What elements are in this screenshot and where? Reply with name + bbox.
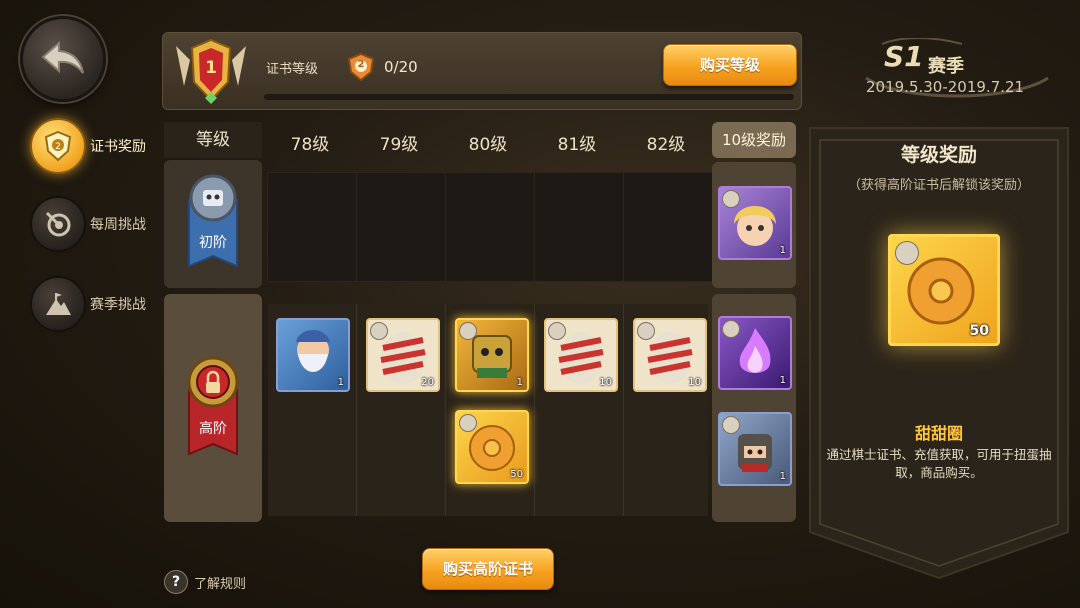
item-type-icon: [459, 414, 477, 432]
basic-tier-cell: 初阶: [164, 160, 262, 288]
advanced-tier-label: 高阶: [199, 421, 227, 437]
item-type-icon: [722, 320, 740, 338]
item-type-icon: [637, 322, 655, 340]
column-divider: [445, 304, 446, 516]
xp-progress-bar: [264, 94, 794, 100]
item-qty: 10: [599, 377, 612, 388]
item-qty: 20: [421, 377, 434, 388]
basic-tier-label: 初阶: [199, 235, 227, 251]
level-number: 1: [205, 58, 217, 78]
level-header-82: 82级: [646, 135, 686, 155]
item-type-icon: [895, 241, 919, 265]
panel-subtitle: （获得高阶证书后解锁该奖励）: [847, 178, 1030, 193]
item-qty: 1: [516, 377, 523, 388]
sidebar-item-label: 每周挑战: [90, 217, 146, 233]
season-suffix: 赛季: [928, 56, 964, 77]
reward-item-80[interactable]: 1: [455, 318, 529, 392]
basic-cell-81: [534, 172, 624, 282]
column-divider: [356, 304, 357, 516]
target-icon: [30, 196, 86, 252]
advanced-banner-icon: [181, 350, 245, 456]
cert-level-label: 证书等级: [266, 62, 319, 77]
reward-item-78[interactable]: 1: [276, 318, 350, 392]
level-shield-badge: 1: [172, 36, 250, 108]
column-divider: [623, 304, 624, 516]
help-label: 了解规则: [194, 576, 247, 592]
xp-icon-number: 2: [357, 59, 365, 70]
column-divider: [534, 304, 535, 516]
level-header-81: 81级: [557, 135, 597, 155]
reward10-advanced-item-1[interactable]: 1: [718, 316, 792, 390]
basic-banner-icon: [181, 170, 245, 274]
item-type-icon: [370, 322, 388, 340]
panel-item-description: 通过棋士证书、充值获取，可用于扭蛋抽取，商品购买。: [826, 447, 1052, 480]
reward10-header: 10级奖励: [712, 122, 796, 158]
basic-cell-80: [445, 172, 535, 282]
svg-text:2: 2: [55, 142, 61, 152]
sidebar-item-season-challenge[interactable]: 赛季挑战: [30, 276, 160, 332]
item-qty: 50: [510, 469, 523, 480]
panel-reward-item: 50: [888, 234, 1000, 346]
reward-item-80-donut[interactable]: 50: [455, 410, 529, 484]
back-button[interactable]: [20, 16, 106, 102]
advanced-tier-cell: 高阶: [164, 294, 262, 522]
season-dates: 2019.5.30-2019.7.21: [866, 78, 1025, 96]
panel-item-name: 甜甜圈: [914, 424, 963, 443]
reward10-advanced-item-2[interactable]: 1: [718, 412, 792, 486]
item-type-icon: [548, 322, 566, 340]
reward-item-81[interactable]: 10: [544, 318, 618, 392]
panel-item-qty: 50: [969, 323, 989, 339]
xp-progress-text: 0/20: [384, 58, 418, 76]
season-title: S1: [884, 40, 924, 73]
basic-cell-79: [356, 172, 446, 282]
reward-item-82[interactable]: 10: [633, 318, 707, 392]
basic-cell-82: [623, 172, 713, 282]
item-type-icon: [722, 416, 740, 434]
level-column-header: 等级: [164, 122, 262, 158]
reward-item-79[interactable]: 20: [366, 318, 440, 392]
help-rules-link[interactable]: ? 了解规则: [164, 570, 246, 594]
question-icon: ?: [164, 570, 188, 594]
item-type-icon: [722, 190, 740, 208]
shield-cert-icon: 2: [30, 118, 86, 174]
sidebar-item-label: 证书奖励: [90, 139, 146, 155]
sidebar-item-cert-reward[interactable]: 2 证书奖励: [30, 118, 160, 174]
item-qty: 10: [688, 377, 701, 388]
level-header-78: 78级: [290, 135, 330, 155]
item-qty: 1: [779, 245, 786, 256]
sidebar-item-weekly-challenge[interactable]: 每周挑战: [30, 196, 160, 252]
xp-shield-icon: 2: [346, 52, 376, 82]
buy-advanced-cert-button[interactable]: 购买高阶证书: [422, 548, 554, 590]
back-arrow-icon: [41, 40, 84, 74]
item-qty: 1: [779, 375, 786, 386]
level-header-80: 80级: [468, 135, 508, 155]
reward10-basic-item[interactable]: 1: [718, 186, 792, 260]
item-qty: 1: [779, 471, 786, 482]
item-qty: 1: [337, 377, 344, 388]
buy-level-button[interactable]: 购买等级: [663, 44, 797, 86]
sidebar-item-label: 赛季挑战: [90, 297, 146, 313]
item-type-icon: [459, 322, 477, 340]
basic-cell-78: [267, 172, 357, 282]
mountain-flag-icon: [30, 276, 86, 332]
level-header-79: 79级: [379, 135, 419, 155]
panel-title: 等级奖励: [900, 144, 977, 166]
